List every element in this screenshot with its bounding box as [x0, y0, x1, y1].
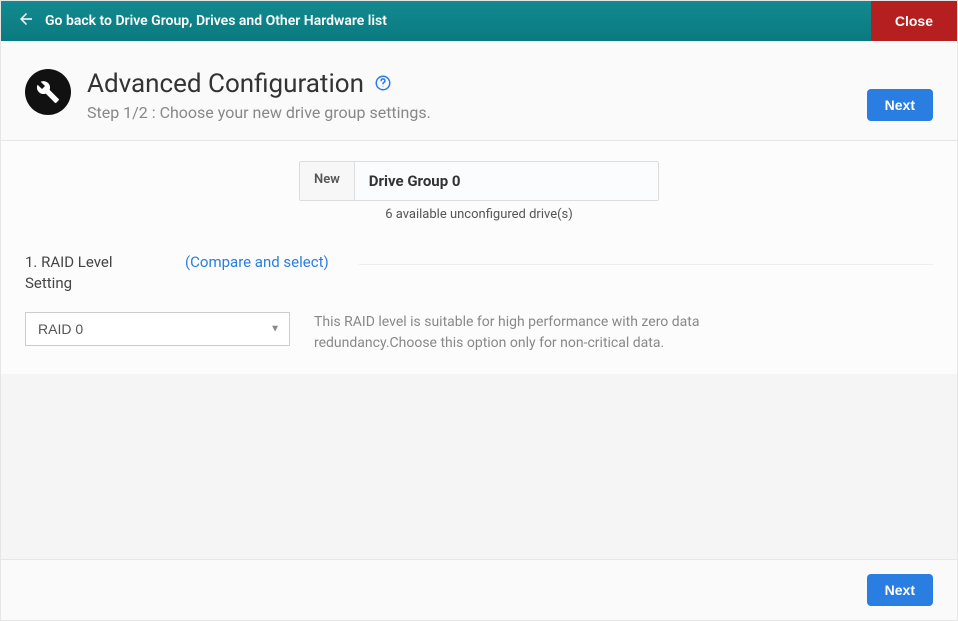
page-title: Advanced Configuration	[87, 69, 364, 99]
compare-select-link[interactable]: (Compare and select)	[185, 252, 329, 273]
page-container: Go back to Drive Group, Drives and Other…	[0, 0, 958, 621]
footer-bar: Next	[1, 559, 957, 620]
back-link[interactable]: Go back to Drive Group, Drives and Other…	[1, 10, 871, 32]
page-title-row: Advanced Configuration	[87, 69, 867, 99]
top-bar: Go back to Drive Group, Drives and Other…	[1, 1, 957, 41]
raid-section-body: RAID 0 ▼ This RAID level is suitable for…	[25, 312, 933, 354]
back-link-label: Go back to Drive Group, Drives and Other…	[45, 13, 387, 29]
help-icon[interactable]	[374, 69, 392, 99]
new-badge: New	[300, 162, 355, 200]
wrench-icon	[25, 69, 71, 115]
raid-select-wrapper: RAID 0 ▼	[25, 312, 290, 346]
available-drives-text: 6 available unconfigured drive(s)	[385, 207, 573, 222]
section-divider	[359, 264, 933, 265]
content-area: New Drive Group 0 6 available unconfigur…	[1, 141, 957, 374]
raid-section-header: 1. RAID Level Setting (Compare and selec…	[25, 252, 933, 294]
drive-group-row: New Drive Group 0	[299, 161, 659, 201]
header-text: Advanced Configuration Step 1/2 : Choose…	[87, 69, 867, 122]
raid-description: This RAID level is suitable for high per…	[314, 312, 754, 354]
close-button[interactable]: Close	[871, 1, 957, 41]
drive-group-name: Drive Group 0	[355, 162, 658, 200]
drive-group-box: New Drive Group 0 6 available unconfigur…	[25, 161, 933, 222]
next-button-header[interactable]: Next	[867, 89, 933, 121]
header-row: Advanced Configuration Step 1/2 : Choose…	[1, 41, 957, 141]
next-button-footer[interactable]: Next	[867, 574, 933, 606]
arrow-left-icon	[17, 10, 35, 32]
raid-level-section: 1. RAID Level Setting (Compare and selec…	[25, 252, 933, 354]
raid-level-select[interactable]: RAID 0	[25, 312, 290, 346]
step-text: Step 1/2 : Choose your new drive group s…	[87, 103, 867, 122]
raid-section-title: 1. RAID Level Setting	[25, 252, 155, 294]
